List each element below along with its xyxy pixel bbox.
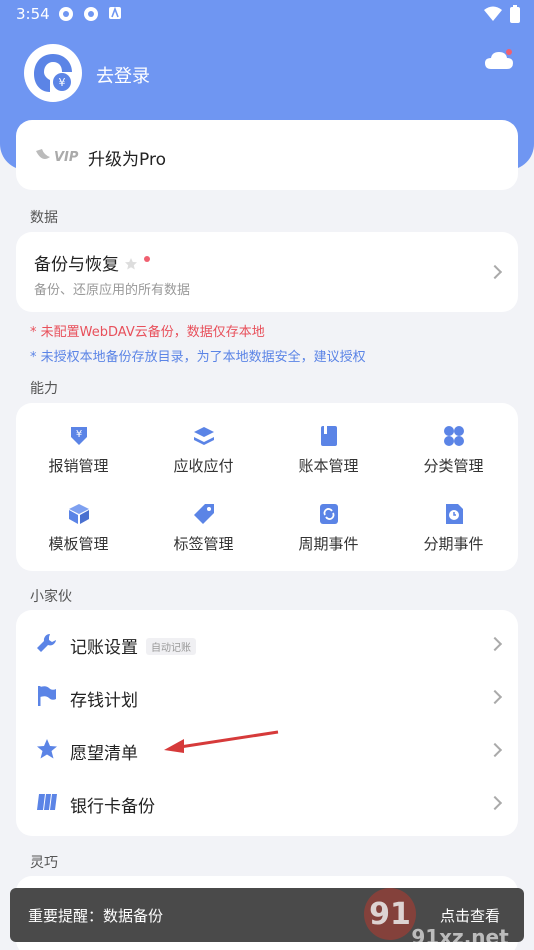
local-dir-warning[interactable]: * 未授权本地备份存放目录，为了本地数据安全，建议授权 — [30, 346, 366, 365]
grid-item-label: 分期事件 — [423, 535, 484, 553]
tag-icon — [193, 504, 214, 524]
grid-item-label: 分类管理 — [423, 457, 484, 475]
wifi-icon — [484, 6, 502, 21]
tool-row-saving-plan[interactable]: 存钱计划 — [16, 670, 518, 723]
upgrade-pro-card[interactable]: VIP 升级为Pro — [16, 120, 518, 190]
star-outline-icon — [125, 258, 138, 270]
ability-grid: ¥ 报销管理 应收应付 账本管理 分类管理 模板管理 标签管理 周期事件 分期事… — [16, 403, 518, 571]
site-watermark: 91 91xz.net — [364, 888, 509, 949]
app-notification-icon — [109, 6, 121, 19]
installment-icon — [445, 504, 463, 524]
grid-item-cycle[interactable]: 周期事件 — [266, 503, 391, 554]
svg-text:VIP: VIP — [54, 150, 79, 165]
layers-icon — [193, 427, 214, 445]
tool-row-bank-card-backup[interactable]: 银行卡备份 — [16, 776, 518, 829]
tool-label: 银行卡备份 — [70, 797, 155, 817]
section-title-tools: 小家伙 — [30, 589, 72, 605]
login-link[interactable]: 去登录 — [96, 62, 150, 88]
bird-logo-icon: ¥ — [34, 54, 72, 92]
cycle-icon — [319, 504, 338, 524]
notification-icon — [59, 7, 73, 21]
grid-item-label: 应收应付 — [173, 457, 234, 475]
auto-bookkeeping-tag: 自动记账 — [146, 638, 196, 655]
grid-item-ledger[interactable]: 账本管理 — [266, 425, 391, 476]
tool-label: 存钱计划 — [70, 691, 138, 711]
cloud-sync-button[interactable] — [484, 48, 514, 72]
upgrade-pro-label: 升级为Pro — [88, 150, 166, 170]
grid-item-label: 报销管理 — [48, 457, 109, 475]
reimburse-icon: ¥ — [70, 427, 87, 445]
section-title-ability: 能力 — [30, 381, 58, 397]
category-icon — [443, 426, 464, 446]
cloud-icon — [485, 49, 513, 69]
toast-message: 重要提醒：数据备份 — [28, 907, 164, 925]
backup-restore-card[interactable]: 备份与恢复 备份、还原应用的所有数据 — [16, 232, 518, 312]
section-title-flexible: 灵巧 — [30, 855, 58, 871]
backup-title: 备份与恢复 — [34, 255, 119, 275]
status-time: 3:54 — [16, 5, 50, 23]
flag-icon — [38, 686, 56, 706]
tools-card: 记账设置 自动记账 存钱计划 愿望清单 银行卡备份 — [16, 610, 518, 836]
grid-item-reimburse[interactable]: ¥ 报销管理 — [16, 425, 141, 476]
avatar[interactable]: ¥ — [24, 44, 82, 102]
svg-text:¥: ¥ — [75, 429, 81, 440]
notification-icon — [84, 7, 98, 21]
grid-item-receivable[interactable]: 应收应付 — [141, 425, 266, 476]
tool-label: 愿望清单 — [70, 744, 138, 764]
book-icon — [320, 426, 337, 446]
grid-item-category[interactable]: 分类管理 — [391, 425, 516, 476]
svg-text:91: 91 — [369, 897, 411, 932]
grid-item-installment[interactable]: 分期事件 — [391, 503, 516, 554]
grid-item-label: 模板管理 — [48, 535, 109, 553]
tool-row-bookkeeping-settings[interactable]: 记账设置 自动记账 — [16, 617, 518, 670]
battery-icon — [510, 5, 520, 23]
card-icon — [37, 794, 57, 810]
grid-item-label: 标签管理 — [173, 535, 234, 553]
grid-item-tag[interactable]: 标签管理 — [141, 503, 266, 554]
annotation-arrow — [164, 730, 279, 753]
chevron-right-icon — [487, 689, 503, 705]
status-bar: 3:54 — [0, 0, 534, 30]
vip-badge-icon: VIP — [36, 149, 79, 165]
chevron-right-icon — [487, 742, 503, 758]
svg-text:¥: ¥ — [59, 76, 66, 89]
section-title-data: 数据 — [30, 210, 58, 226]
backup-subtitle: 备份、还原应用的所有数据 — [34, 283, 191, 298]
chevron-right-icon — [487, 264, 503, 280]
tool-label: 记账设置 — [70, 638, 138, 658]
chevron-right-icon — [487, 795, 503, 811]
star-icon — [37, 739, 57, 759]
svg-text:91xz.net: 91xz.net — [411, 925, 509, 949]
webdav-warning[interactable]: * 未配置WebDAV云备份，数据仅存本地 — [30, 321, 265, 340]
grid-item-label: 账本管理 — [298, 457, 359, 475]
chevron-right-icon — [487, 636, 503, 652]
grid-item-template[interactable]: 模板管理 — [16, 503, 141, 554]
box-icon — [68, 504, 89, 524]
new-dot-icon — [143, 256, 150, 262]
wrench-icon — [37, 633, 56, 652]
grid-item-label: 周期事件 — [298, 535, 359, 553]
